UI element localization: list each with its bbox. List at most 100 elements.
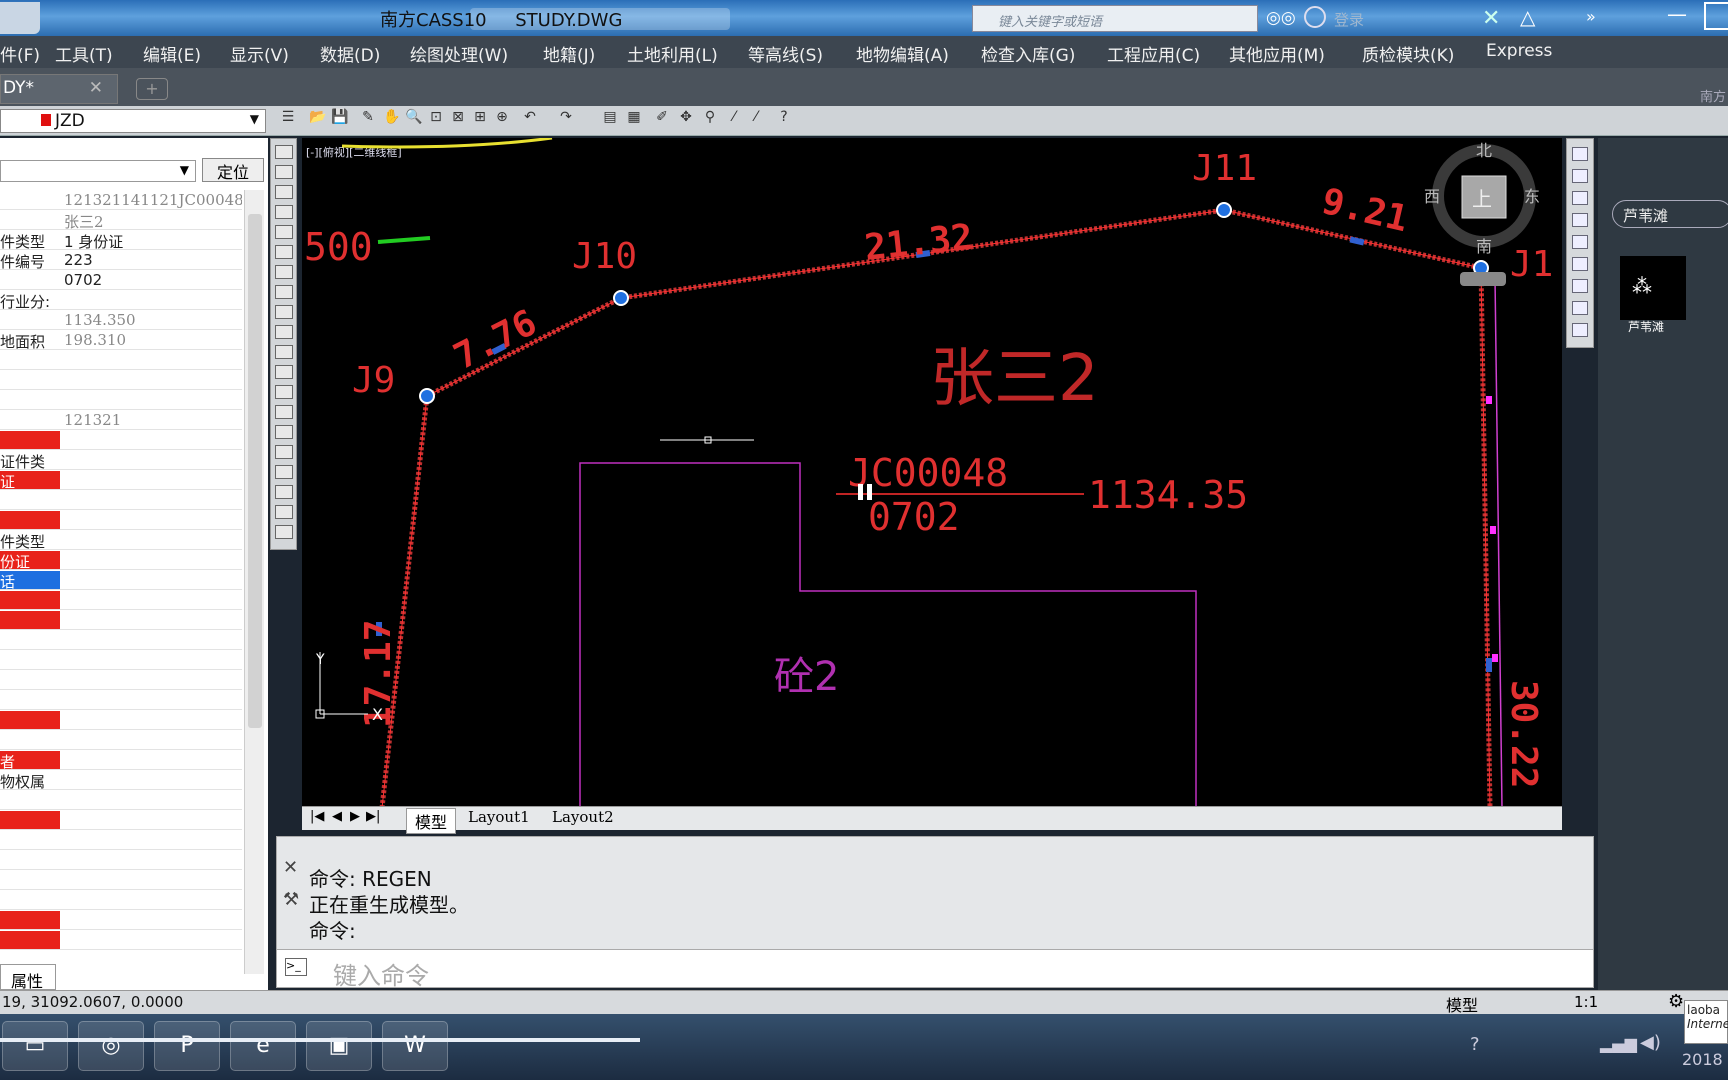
zoom-tool-icon[interactable] [1572, 279, 1588, 293]
attribute-row[interactable] [0, 490, 242, 510]
measure-icon[interactable]: ⚲ [700, 109, 720, 131]
attribute-row[interactable]: 物权属 [0, 770, 242, 790]
menu-item-6[interactable]: 地籍(J) [543, 41, 595, 66]
menu-item-10[interactable]: 检查入库(G) [981, 41, 1075, 66]
explorer-icon[interactable]: ▭ [2, 1021, 68, 1071]
cass-tool-icon[interactable] [275, 385, 293, 399]
attribute-row[interactable] [0, 610, 242, 630]
app-icon[interactable]: ◎ [78, 1021, 144, 1071]
maximize-button[interactable] [1704, 2, 1728, 30]
cass-tool-icon[interactable] [275, 365, 293, 379]
move-icon[interactable]: ✥ [676, 109, 696, 131]
close-icon[interactable]: ✕ [89, 78, 103, 98]
cass-tool-icon[interactable] [275, 205, 293, 219]
attribute-row[interactable] [0, 930, 242, 950]
menu-item-14[interactable]: Express [1486, 41, 1552, 61]
word-icon[interactable]: W [382, 1021, 448, 1071]
attribute-value[interactable]: 0702 [64, 271, 242, 289]
attribute-row[interactable]: 话 [0, 570, 242, 590]
prev-layout-button[interactable]: ◀ [332, 809, 342, 824]
attribute-row[interactable]: 121321141121JC00048 [0, 190, 242, 210]
layer-dropdown[interactable]: JZD ▼ [0, 109, 266, 133]
menu-item-9[interactable]: 地物编辑(A) [856, 41, 949, 66]
cass-tool-icon[interactable] [275, 285, 293, 299]
chevron-down-icon[interactable]: ▼ [250, 112, 259, 126]
design-center-icon[interactable]: ▦ [624, 109, 644, 131]
app-menu-icon[interactable] [0, 2, 40, 34]
compass-east[interactable]: 东 [1524, 187, 1540, 206]
attribute-row[interactable] [0, 790, 242, 810]
zoom-tool-icon[interactable] [1572, 323, 1588, 337]
wrench-icon[interactable]: ⚒ [283, 889, 299, 910]
attribute-row[interactable]: 张三2 [0, 210, 242, 230]
open-icon[interactable]: 📂 [308, 109, 328, 131]
cass-tool-icon[interactable] [275, 485, 293, 499]
tab-layout1[interactable]: Layout1 [464, 808, 534, 826]
zoom-window-icon[interactable]: ⊡ [426, 109, 446, 131]
zoom-tool-icon[interactable] [1572, 301, 1588, 315]
compass-south[interactable]: 南 [1476, 237, 1492, 256]
settings-icon[interactable]: ⚙ [1668, 991, 1684, 1012]
cass-tool-icon[interactable] [275, 245, 293, 259]
zoom-icon[interactable]: 🔍 [404, 109, 424, 131]
attribute-row[interactable]: 证 [0, 470, 242, 490]
attribute-value[interactable]: 张三2 [64, 211, 242, 229]
zoom-tool-icon[interactable] [1572, 213, 1588, 227]
extend-icon[interactable]: ⁄ [746, 109, 766, 131]
edit-icon[interactable]: ✐ [652, 109, 672, 131]
attribute-value[interactable]: 121321141121JC00048 [64, 191, 242, 209]
attribute-row[interactable]: 件编号 223 [0, 250, 242, 270]
attribute-value[interactable]: 1134.350 [64, 311, 242, 329]
close-icon[interactable]: ✕ [283, 857, 298, 878]
attribute-row[interactable] [0, 590, 242, 610]
pan-icon[interactable]: ✋ [382, 109, 402, 131]
drawing-canvas[interactable]: [-][俯视][二维线框] 500 J9 J10 J11 J1 7.76 21.… [302, 138, 1562, 806]
wcs-menu[interactable] [1460, 272, 1506, 286]
attribute-row[interactable] [0, 890, 242, 910]
attribute-row[interactable]: 者 [0, 750, 242, 770]
menu-item-2[interactable]: 编辑(E) [143, 41, 201, 66]
user-icon[interactable] [1304, 6, 1326, 28]
locate-button[interactable]: 定位 [202, 158, 264, 182]
attribute-row[interactable] [0, 690, 242, 710]
first-layout-button[interactable]: |◀ [310, 809, 324, 824]
expand-icon[interactable]: » [1586, 7, 1596, 26]
exchange-icon[interactable]: ✕ [1482, 6, 1500, 31]
attribute-row[interactable] [0, 370, 242, 390]
attribute-row[interactable] [0, 390, 242, 410]
compass-west[interactable]: 西 [1424, 187, 1440, 206]
command-input[interactable]: >_ 键入命令 [277, 949, 1593, 990]
attribute-row[interactable] [0, 730, 242, 750]
attribute-row[interactable] [0, 670, 242, 690]
attribute-value[interactable]: 223 [64, 251, 242, 269]
cass-tool-icon[interactable] [275, 225, 293, 239]
new-tab-button[interactable]: + [136, 78, 168, 100]
menu-item-13[interactable]: 质检模块(K) [1362, 41, 1454, 66]
cass-tool-icon[interactable] [275, 525, 293, 539]
cass-tool-icon[interactable] [275, 465, 293, 479]
attribute-row[interactable]: 0702 [0, 270, 242, 290]
attribute-row[interactable] [0, 710, 242, 730]
layer-manager-icon[interactable]: ☰ [278, 109, 298, 131]
attribute-row[interactable] [0, 630, 242, 650]
attribute-row[interactable]: 件类型 [0, 530, 242, 550]
cass-tool-icon[interactable] [275, 425, 293, 439]
attribute-tab[interactable]: 属性 [0, 964, 56, 991]
cass-tool-icon[interactable] [275, 305, 293, 319]
palette-search[interactable]: 芦苇滩 [1612, 200, 1728, 228]
cass-tool-icon[interactable] [275, 405, 293, 419]
cass-tool-icon[interactable] [275, 325, 293, 339]
attribute-row[interactable]: 份证 [0, 550, 242, 570]
undo-icon[interactable]: ↶ [520, 109, 540, 131]
a360-icon[interactable]: △ [1520, 5, 1535, 29]
menu-item-3[interactable]: 显示(V) [230, 41, 289, 66]
attribute-row[interactable]: 件类型 1 身份证 [0, 230, 242, 250]
attribute-value[interactable]: 198.310 [64, 331, 242, 349]
network-icon[interactable]: ▂▄▆ [1600, 1034, 1637, 1053]
tab-model[interactable]: 模型 [406, 808, 457, 834]
next-layout-button[interactable]: ▶ [350, 809, 360, 824]
zoom-tool-icon[interactable] [1572, 191, 1588, 205]
vertex-j11[interactable] [1216, 202, 1232, 218]
menu-item-1[interactable]: 工具(T) [55, 41, 113, 66]
annotation-scale[interactable]: 1:1 [1574, 993, 1598, 1011]
